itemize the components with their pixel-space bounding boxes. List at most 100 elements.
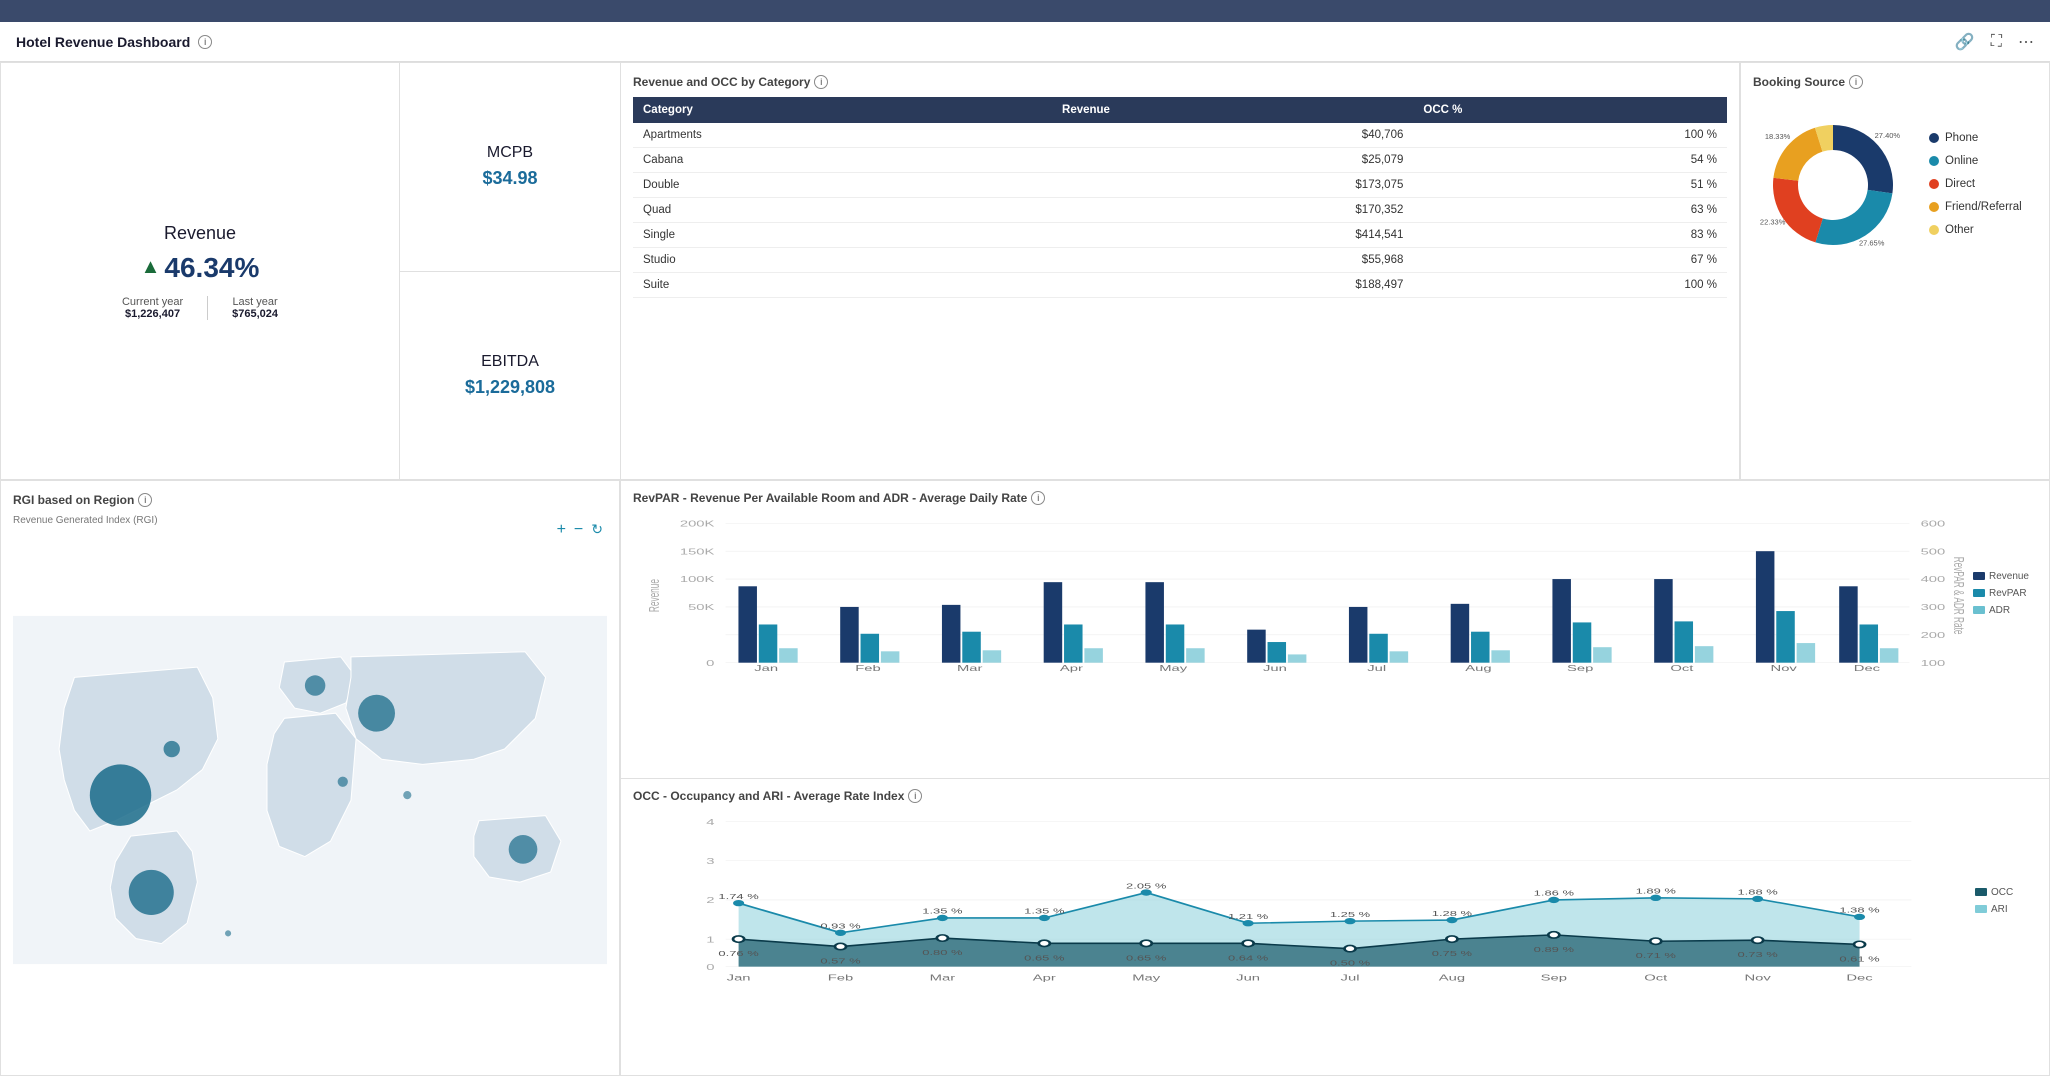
cell-category: Cabana — [633, 148, 1052, 173]
refresh-icon[interactable]: ↻ — [591, 521, 603, 539]
svg-text:0.76 %: 0.76 % — [718, 949, 758, 957]
svg-text:Sep: Sep — [1541, 972, 1568, 982]
legend-revpar: RevPAR — [1973, 588, 2029, 599]
svg-text:1.74 %: 1.74 % — [718, 892, 758, 900]
cell-category: Apartments — [633, 123, 1052, 148]
expand-icon[interactable]: ⛶ — [1991, 33, 2002, 51]
occ-title: OCC - Occupancy and ARI - Average Rate I… — [633, 789, 2037, 803]
more-icon[interactable]: ⋯ — [2018, 32, 2034, 52]
svg-text:Nov: Nov — [1744, 972, 1770, 982]
svg-text:0: 0 — [706, 658, 715, 668]
header-icons: 🔗 ⛶ ⋯ — [1955, 32, 2034, 52]
svg-text:May: May — [1159, 663, 1187, 673]
category-panel: Revenue and OCC by Category i Category R… — [620, 62, 1740, 480]
legend-occ: OCC — [1975, 887, 2029, 898]
cell-category: Single — [633, 223, 1052, 248]
svg-text:Feb: Feb — [828, 972, 854, 982]
svg-text:0.50 %: 0.50 % — [1330, 959, 1370, 967]
ebitda-value: $1,229,808 — [465, 377, 555, 398]
svg-text:0.64 %: 0.64 % — [1228, 953, 1268, 961]
top-bar — [0, 0, 2050, 22]
info-icon-map[interactable]: i — [138, 493, 152, 507]
svg-text:Feb: Feb — [855, 663, 881, 673]
category-title: Revenue and OCC by Category i — [633, 75, 1727, 89]
donut-segment-direct[interactable] — [1773, 178, 1823, 243]
cell-category: Double — [633, 173, 1052, 198]
svg-text:RevPAR & ADR Rate: RevPAR & ADR Rate — [1950, 557, 1965, 635]
svg-text:0: 0 — [706, 962, 715, 972]
donut-wrapper: 27.40%27.65%22.33%18.33% PhoneOnlineDire… — [1753, 97, 2037, 276]
table-row: Apartments$40,706100 % — [633, 123, 1727, 148]
svg-text:0.57 %: 0.57 % — [820, 957, 860, 965]
info-icon-occ[interactable]: i — [908, 789, 922, 803]
occ-chart: 4 3 2 1 0 — [633, 811, 2037, 991]
booking-title: Booking Source i — [1753, 75, 2037, 89]
revenue-panel: Revenue ▲ 46.34% Current year $1,226,407… — [0, 62, 620, 480]
svg-text:600: 600 — [1921, 519, 1946, 529]
table-row: Quad$170,35263 % — [633, 198, 1727, 223]
svg-text:3: 3 — [706, 856, 715, 866]
arrow-up-icon: ▲ — [141, 256, 161, 279]
svg-text:0.71 %: 0.71 % — [1636, 951, 1676, 959]
svg-text:300: 300 — [1921, 602, 1946, 612]
occ-section: OCC - Occupancy and ARI - Average Rate I… — [621, 778, 2049, 1076]
mcpb-value: $34.98 — [482, 168, 537, 189]
revpar-section: RevPAR - Revenue Per Available Room and … — [621, 481, 2049, 778]
svg-text:1.21 %: 1.21 % — [1228, 912, 1268, 920]
current-year-block: Current year $1,226,407 — [122, 296, 183, 320]
donut-svg: 27.40%27.65%22.33%18.33% — [1753, 105, 1913, 265]
svg-text:500: 500 — [1921, 547, 1946, 557]
cell-occ: 63 % — [1413, 198, 1727, 223]
info-icon-revpar[interactable]: i — [1031, 491, 1045, 505]
world-map-container — [13, 530, 607, 1050]
svg-text:Mar: Mar — [930, 972, 956, 982]
svg-text:Apr: Apr — [1033, 972, 1056, 982]
svg-text:May: May — [1132, 972, 1160, 982]
svg-text:0.65 %: 0.65 % — [1024, 953, 1064, 961]
info-icon-booking[interactable]: i — [1849, 75, 1863, 89]
svg-text:1.38 %: 1.38 % — [1839, 906, 1879, 914]
occ-svg: 4 3 2 1 0 — [633, 811, 1967, 991]
revpar-chart: 200K 150K 100K 50K 0 Revenue 600 500 400… — [633, 513, 2037, 673]
cell-occ: 100 % — [1413, 123, 1727, 148]
legend-ari: ARI — [1975, 904, 2029, 915]
table-row: Studio$55,96867 % — [633, 248, 1727, 273]
donut-chart: 27.40%27.65%22.33%18.33% — [1753, 105, 1913, 268]
svg-text:50K: 50K — [688, 602, 714, 612]
svg-text:100K: 100K — [680, 575, 715, 585]
cell-revenue: $25,079 — [1052, 148, 1413, 173]
table-row: Suite$188,497100 % — [633, 273, 1727, 298]
legend-item-friend-referral: Friend/Referral — [1929, 201, 2022, 213]
cell-revenue: $188,497 — [1052, 273, 1413, 298]
svg-text:Dec: Dec — [1854, 663, 1880, 673]
zoom-in-icon[interactable]: + — [557, 521, 566, 539]
donut-legend: PhoneOnlineDirectFriend/ReferralOther — [1929, 132, 2022, 242]
last-year-value: $765,024 — [232, 308, 278, 320]
cell-revenue: $170,352 — [1052, 198, 1413, 223]
svg-text:1.35 %: 1.35 % — [1024, 907, 1064, 915]
cell-occ: 83 % — [1413, 223, 1727, 248]
svg-text:Jun: Jun — [1263, 663, 1287, 673]
svg-text:18.33%: 18.33% — [1765, 132, 1791, 141]
cell-category: Quad — [633, 198, 1052, 223]
svg-text:100: 100 — [1921, 658, 1946, 668]
table-row: Single$414,54183 % — [633, 223, 1727, 248]
info-icon-category[interactable]: i — [814, 75, 828, 89]
current-year-label: Current year — [122, 296, 183, 308]
col-revenue: Revenue — [1052, 97, 1413, 123]
link-icon[interactable]: 🔗 — [1955, 32, 1975, 52]
info-icon-header[interactable]: i — [198, 35, 212, 49]
zoom-out-icon[interactable]: − — [574, 521, 583, 539]
svg-text:1.86 %: 1.86 % — [1534, 889, 1574, 897]
charts-panel: RevPAR - Revenue Per Available Room and … — [620, 480, 2050, 1076]
svg-text:200K: 200K — [680, 519, 715, 529]
world-map-svg — [13, 530, 607, 1050]
svg-text:0.80 %: 0.80 % — [922, 948, 962, 956]
svg-text:0.93 %: 0.93 % — [820, 922, 860, 930]
svg-text:27.65%: 27.65% — [1859, 239, 1885, 248]
donut-segment-online[interactable] — [1815, 190, 1892, 245]
legend-item-phone: Phone — [1929, 132, 2022, 144]
svg-text:1.25 %: 1.25 % — [1330, 910, 1370, 918]
header-left: Hotel Revenue Dashboard i — [16, 34, 212, 50]
revenue-comparison: Current year $1,226,407 Last year $765,0… — [122, 296, 278, 320]
